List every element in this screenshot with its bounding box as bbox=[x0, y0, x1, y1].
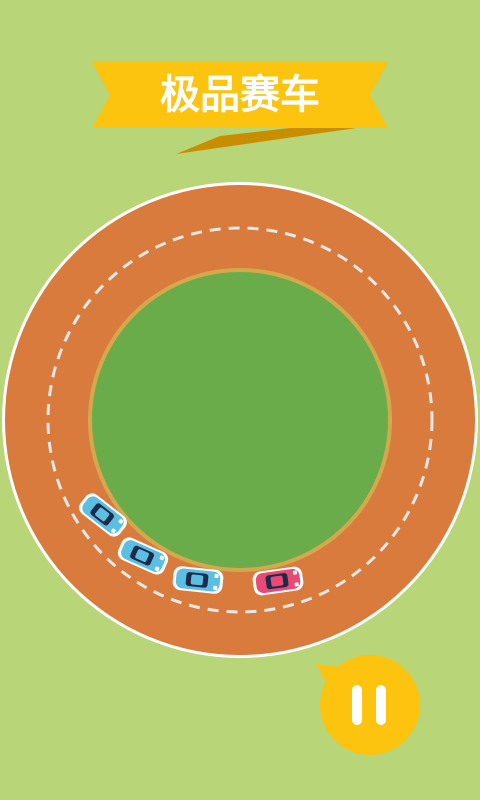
pause-button[interactable] bbox=[316, 655, 420, 755]
pause-bar-right bbox=[376, 685, 386, 725]
title-banner: 极品赛车 bbox=[92, 62, 388, 154]
car-roof bbox=[270, 575, 284, 587]
car-headlight bbox=[294, 582, 299, 587]
pause-button-circle bbox=[320, 655, 420, 755]
pause-bar-left bbox=[352, 685, 362, 725]
game-stage: 极品赛车 bbox=[2, 62, 478, 755]
car-headlight bbox=[292, 570, 298, 575]
car-headlight bbox=[213, 585, 218, 590]
game-title: 极品赛车 bbox=[160, 72, 320, 118]
infield-grass bbox=[92, 272, 388, 568]
car-headlight bbox=[214, 573, 219, 579]
car-roof bbox=[190, 574, 204, 586]
race-track bbox=[2, 182, 478, 658]
